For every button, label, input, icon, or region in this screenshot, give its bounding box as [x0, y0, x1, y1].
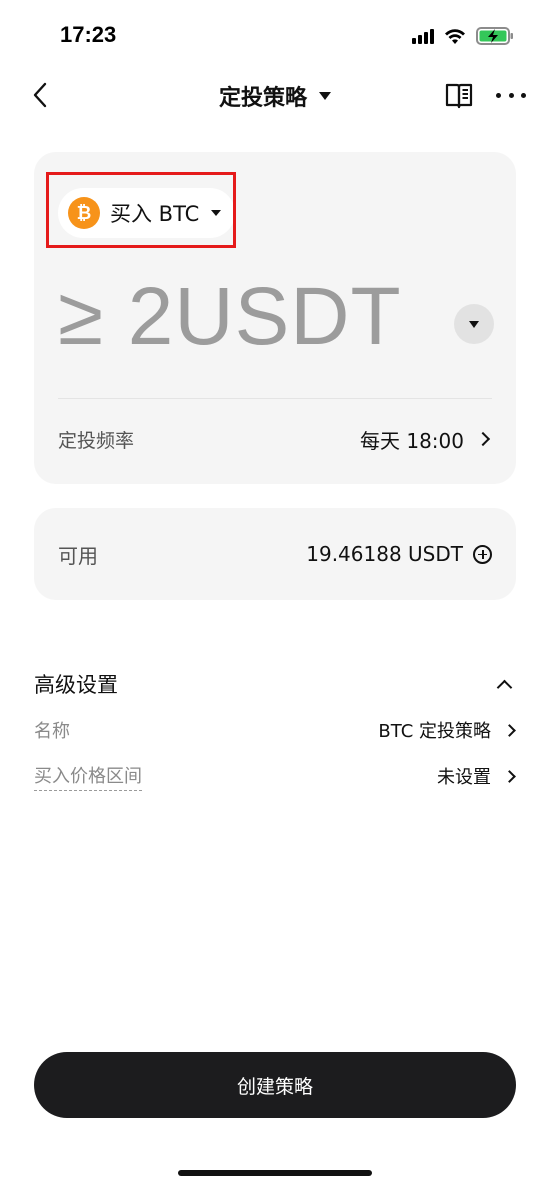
available-value-wrap: 19.46188 USDT	[306, 542, 492, 566]
cellular-signal-icon	[412, 28, 434, 44]
advanced-settings-header[interactable]: 高级设置	[34, 666, 516, 702]
buy-price-range-label: 买入价格区间	[34, 762, 142, 791]
frequency-value: 每天 18:00	[360, 428, 464, 453]
divider	[58, 398, 492, 399]
add-funds-icon[interactable]	[473, 544, 492, 564]
buy-price-range-row[interactable]: 买入价格区间 未设置	[34, 758, 516, 794]
available-label: 可用	[58, 543, 98, 568]
strategy-name-row[interactable]: 名称 BTC 定投策略	[34, 712, 516, 748]
chevron-right-icon	[503, 723, 516, 737]
home-indicator	[178, 1170, 372, 1176]
create-strategy-button[interactable]: 创建策略	[34, 1052, 516, 1118]
chevron-up-icon	[496, 679, 513, 695]
more-options-icon[interactable]	[496, 86, 526, 104]
chevron-down-icon	[319, 92, 331, 100]
status-time: 17:23	[60, 22, 117, 47]
chevron-right-icon	[475, 431, 491, 447]
available-balance-card: 可用 19.46188 USDT	[34, 508, 516, 600]
strategy-card: ₿ 买入 BTC ≥ 2USDT 定投频率 每天 18:00	[34, 152, 516, 484]
book-icon[interactable]	[444, 80, 474, 110]
highlight-box	[46, 172, 236, 248]
advanced-settings-title: 高级设置	[34, 673, 118, 697]
frequency-row[interactable]: 定投频率 每天 18:00	[34, 402, 516, 476]
buy-price-range-value-wrap: 未设置	[437, 763, 516, 789]
available-value: 19.46188 USDT	[306, 542, 463, 566]
frequency-value-wrap: 每天 18:00	[360, 425, 491, 454]
status-icons	[412, 26, 514, 46]
strategy-name-value-wrap: BTC 定投策略	[378, 717, 516, 743]
buy-price-range-value: 未设置	[437, 767, 491, 788]
page: 17:23 定投策略 ₿ 买入 BTC ≥ 2USDT 定投频率 每天 18:0…	[0, 0, 550, 1190]
caret-down-icon	[469, 320, 479, 328]
strategy-name-label: 名称	[34, 721, 70, 742]
strategy-name-value: BTC 定投策略	[378, 721, 491, 742]
page-title: 定投策略	[218, 86, 307, 111]
battery-charging-icon	[476, 27, 513, 45]
wifi-icon	[445, 28, 465, 44]
chevron-right-icon	[503, 769, 516, 783]
amount-input[interactable]: ≥ 2USDT	[58, 270, 402, 364]
currency-dropdown-button[interactable]	[454, 304, 494, 344]
frequency-label: 定投频率	[58, 429, 135, 452]
strategy-type-selector[interactable]: 定投策略	[219, 80, 331, 112]
